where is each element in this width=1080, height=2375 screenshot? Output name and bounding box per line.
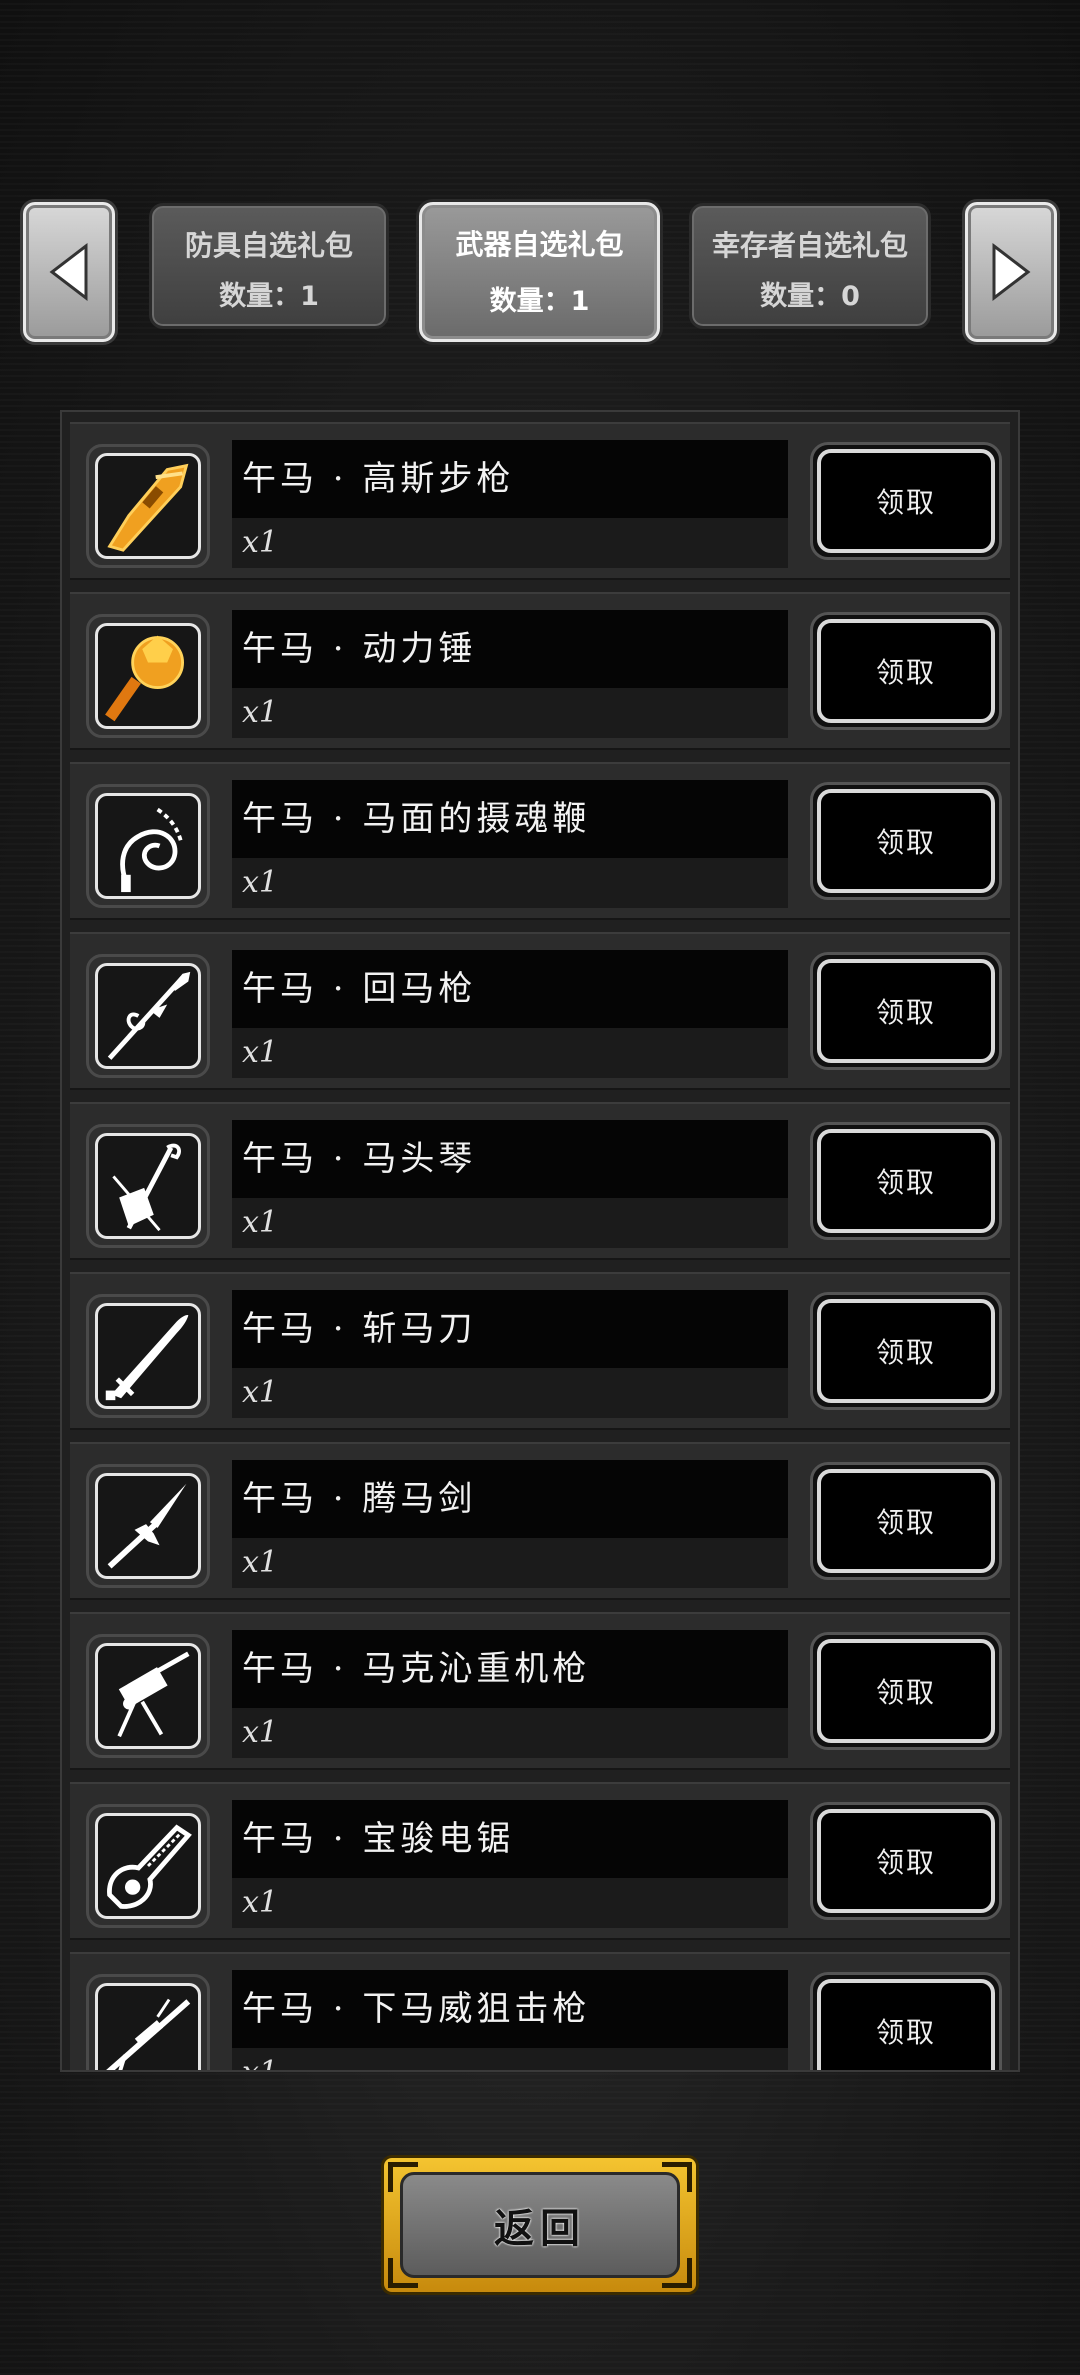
list-item: 午马 · 马面的摄魂鞭 x1 领取 bbox=[70, 762, 1010, 920]
item-name: 午马 · 下马威狙击枪 bbox=[232, 1970, 788, 2048]
tab-armor-pack[interactable]: 防具自选礼包 数量：1 bbox=[149, 203, 389, 329]
list-item: 午马 · 马头琴 x1 领取 bbox=[70, 1102, 1010, 1260]
claim-button[interactable]: 领取 bbox=[810, 1122, 1002, 1240]
item-name: 午马 · 腾马剑 bbox=[232, 1460, 788, 1538]
claim-button[interactable]: 领取 bbox=[810, 1802, 1002, 1920]
weapon-list[interactable]: 午马 · 高斯步枪 x1 领取 午马 · 动力锤 x1 领取 午马 · 马面的摄… bbox=[60, 410, 1020, 2072]
arrow-right-icon bbox=[992, 242, 1031, 302]
item-quantity: x1 bbox=[232, 688, 788, 738]
whip-icon bbox=[120, 807, 183, 893]
item-quantity: x1 bbox=[232, 2048, 788, 2070]
item-name: 午马 · 宝骏电锯 bbox=[232, 1800, 788, 1878]
item-quantity: x1 bbox=[232, 1368, 788, 1418]
item-name: 午马 · 高斯步枪 bbox=[232, 440, 788, 518]
claim-button[interactable]: 领取 bbox=[810, 442, 1002, 560]
claim-label: 领取 bbox=[817, 1129, 995, 1233]
tab-title: 防具自选礼包 bbox=[184, 229, 353, 262]
item-quantity: x1 bbox=[232, 1028, 788, 1078]
list-item: 午马 · 斩马刀 x1 领取 bbox=[70, 1272, 1010, 1430]
item-icon-frame bbox=[86, 1464, 210, 1588]
item-icon-frame bbox=[86, 614, 210, 738]
list-item: 午马 · 动力锤 x1 领取 bbox=[70, 592, 1010, 750]
list-item: 午马 · 回马枪 x1 领取 bbox=[70, 932, 1010, 1090]
tab-weapon-pack[interactable]: 武器自选礼包 数量：1 bbox=[419, 202, 660, 342]
item-icon-frame bbox=[86, 784, 210, 908]
item-name: 午马 · 动力锤 bbox=[232, 610, 788, 688]
list-item: 午马 · 腾马剑 x1 领取 bbox=[70, 1442, 1010, 1600]
claim-label: 领取 bbox=[817, 1469, 995, 1573]
item-name: 午马 · 回马枪 bbox=[232, 950, 788, 1028]
machine-gun-icon bbox=[117, 1651, 190, 1738]
claim-button[interactable]: 领取 bbox=[810, 952, 1002, 1070]
sword-icon bbox=[105, 1314, 189, 1401]
claim-label: 领取 bbox=[817, 1639, 995, 1743]
claim-button[interactable]: 领取 bbox=[810, 1462, 1002, 1580]
item-icon-frame bbox=[86, 1124, 210, 1248]
list-item: 午马 · 高斯步枪 x1 领取 bbox=[70, 422, 1010, 580]
claim-button[interactable]: 领取 bbox=[810, 1632, 1002, 1750]
tab-title: 武器自选礼包 bbox=[455, 228, 624, 261]
claim-label: 领取 bbox=[817, 1809, 995, 1913]
item-quantity: x1 bbox=[232, 1198, 788, 1248]
back-label: 返回 bbox=[400, 2172, 680, 2278]
list-item: 午马 · 宝骏电锯 x1 领取 bbox=[70, 1782, 1010, 1940]
tab-survivor-pack[interactable]: 幸存者自选礼包 数量：0 bbox=[689, 203, 931, 329]
list-item: 午马 · 马克沁重机枪 x1 领取 bbox=[70, 1612, 1010, 1770]
item-icon-frame bbox=[86, 1804, 210, 1928]
item-icon-frame bbox=[86, 954, 210, 1078]
item-quantity: x1 bbox=[232, 1538, 788, 1588]
sniper-icon bbox=[106, 1998, 191, 2070]
claim-button[interactable]: 领取 bbox=[810, 612, 1002, 730]
sword-icon bbox=[107, 1483, 187, 1569]
chainsaw-icon bbox=[107, 1824, 192, 1909]
tab-title: 幸存者自选礼包 bbox=[711, 229, 908, 262]
tab-count: 数量：1 bbox=[489, 286, 590, 317]
claim-label: 领取 bbox=[817, 1299, 995, 1403]
item-name: 午马 · 马头琴 bbox=[232, 1120, 788, 1198]
item-quantity: x1 bbox=[232, 1878, 788, 1928]
item-name: 午马 · 斩马刀 bbox=[232, 1290, 788, 1368]
arrow-left-icon bbox=[49, 242, 88, 302]
item-icon-frame bbox=[86, 1294, 210, 1418]
item-quantity: x1 bbox=[232, 858, 788, 908]
claim-label: 领取 bbox=[817, 789, 995, 893]
hammer-icon bbox=[105, 635, 184, 722]
fiddle-icon bbox=[112, 1143, 181, 1232]
claim-label: 领取 bbox=[817, 959, 995, 1063]
back-button[interactable]: 返回 bbox=[384, 2158, 696, 2292]
claim-button[interactable]: 领取 bbox=[810, 1292, 1002, 1410]
item-quantity: x1 bbox=[232, 518, 788, 568]
item-icon-frame bbox=[86, 1974, 210, 2070]
claim-label: 领取 bbox=[817, 619, 995, 723]
item-icon-frame bbox=[86, 1634, 210, 1758]
tab-count: 数量：1 bbox=[219, 281, 319, 312]
claim-label: 领取 bbox=[817, 1979, 995, 2070]
claim-button[interactable]: 领取 bbox=[810, 782, 1002, 900]
claim-button[interactable]: 领取 bbox=[810, 1972, 1002, 2070]
item-name: 午马 · 马面的摄魂鞭 bbox=[232, 780, 788, 858]
spear-icon bbox=[107, 971, 191, 1060]
item-quantity: x1 bbox=[232, 1708, 788, 1758]
prev-tab-button[interactable] bbox=[23, 202, 115, 342]
tab-count: 数量：0 bbox=[760, 281, 860, 312]
item-icon-frame bbox=[86, 444, 210, 568]
claim-label: 领取 bbox=[817, 449, 995, 553]
list-item: 午马 · 下马威狙击枪 x1 领取 bbox=[70, 1952, 1010, 2070]
rifle-icon bbox=[107, 463, 189, 552]
item-name: 午马 · 马克沁重机枪 bbox=[232, 1630, 788, 1708]
next-tab-button[interactable] bbox=[965, 202, 1057, 342]
